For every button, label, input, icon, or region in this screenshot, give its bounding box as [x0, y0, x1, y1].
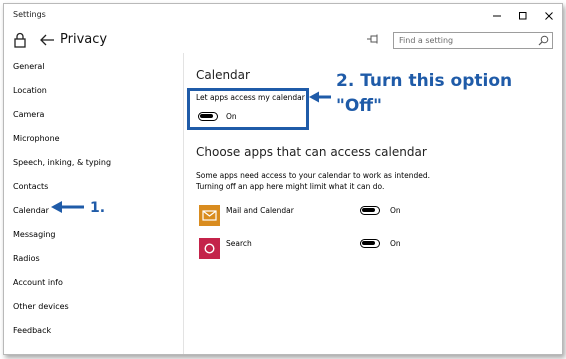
sidebar-item-calendar[interactable]: Calendar: [13, 206, 49, 215]
settings-window: Settings Privacy Find a setting General …: [3, 3, 563, 355]
app-name-mail-calendar: Mail and Calendar: [226, 206, 294, 215]
minimize-icon: [493, 15, 501, 16]
annotation-step-2-line-1: 2. Turn this option: [336, 71, 513, 91]
annotation-arrow-2: [309, 91, 331, 103]
section-title-calendar: Calendar: [196, 68, 250, 82]
lock-icon: [14, 32, 26, 48]
close-icon: [545, 11, 553, 20]
sidebar-item-speech[interactable]: Speech, inking, & typing: [13, 158, 111, 167]
mail-calendar-icon: [199, 205, 220, 226]
app-state-search: On: [390, 239, 401, 248]
app-name-search: Search: [226, 239, 252, 248]
search-toggle[interactable]: [360, 239, 380, 248]
window-title: Settings: [13, 10, 46, 19]
toggle-fill: [362, 241, 375, 245]
settings-header: Privacy Find a setting: [4, 27, 562, 53]
search-placeholder: Find a setting: [399, 36, 454, 45]
annotation-highlight-box: [187, 88, 309, 130]
mail-calendar-toggle[interactable]: [360, 206, 380, 215]
sidebar: General Location Camera Microphone Speec…: [4, 53, 184, 354]
search-app-icon: [199, 238, 220, 259]
search-input[interactable]: Find a setting: [393, 32, 553, 49]
toggle-fill: [362, 208, 375, 212]
title-bar: Settings: [4, 4, 562, 27]
sidebar-item-general[interactable]: General: [13, 62, 45, 71]
sidebar-item-radios[interactable]: Radios: [13, 254, 40, 263]
sidebar-item-microphone[interactable]: Microphone: [13, 134, 60, 143]
close-button[interactable]: [536, 4, 562, 27]
annotation-arrow-1: [51, 201, 84, 213]
sidebar-item-other-devices[interactable]: Other devices: [13, 302, 69, 311]
back-arrow-icon[interactable]: [39, 32, 55, 48]
sidebar-item-contacts[interactable]: Contacts: [13, 182, 48, 191]
description-line-1: Some apps need access to your calendar t…: [196, 171, 431, 180]
page-title: Privacy: [60, 32, 108, 47]
description-line-2: Turning off an app here might limit what…: [196, 182, 385, 191]
sidebar-item-messaging[interactable]: Messaging: [13, 230, 56, 239]
annotation-step-1: 1.: [90, 200, 106, 216]
app-state-mail-calendar: On: [390, 206, 401, 215]
search-icon: [538, 35, 549, 46]
sidebar-item-camera[interactable]: Camera: [13, 110, 44, 119]
annotation-step-2-line-2: "Off": [336, 96, 382, 116]
sidebar-item-account-info[interactable]: Account info: [13, 278, 63, 287]
choose-apps-title: Choose apps that can access calendar: [196, 145, 427, 159]
maximize-button[interactable]: [510, 4, 536, 27]
sidebar-item-feedback[interactable]: Feedback: [13, 326, 51, 335]
maximize-icon: [519, 11, 527, 19]
pin-icon[interactable]: [366, 34, 380, 44]
sidebar-item-location[interactable]: Location: [13, 86, 47, 95]
minimize-button[interactable]: [484, 4, 510, 27]
